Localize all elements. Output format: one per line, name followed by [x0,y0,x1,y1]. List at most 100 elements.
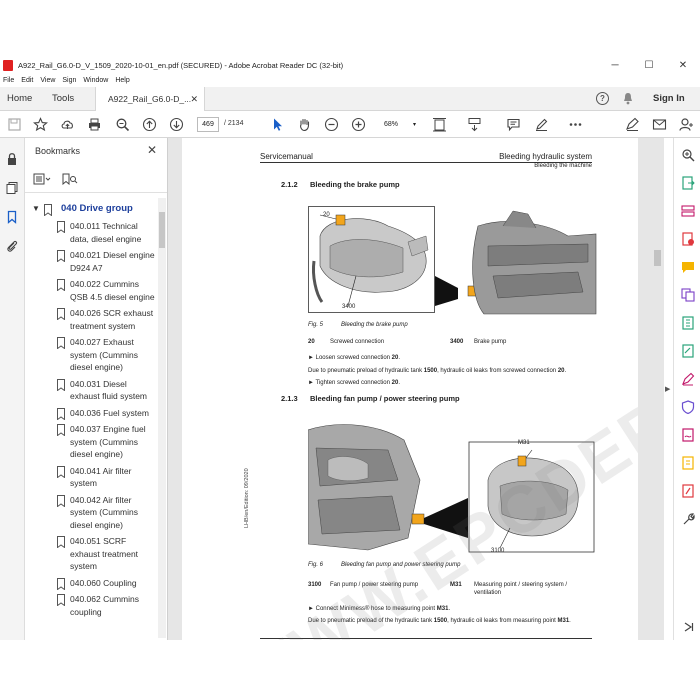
notification-bell-icon[interactable] [622,92,634,105]
previous-page-icon[interactable] [141,116,158,133]
menu-edit[interactable]: Edit [21,77,33,84]
comment-tool-icon[interactable] [681,260,695,274]
bookmarks-scroll-thumb[interactable] [159,212,165,248]
page-thumbnails-icon[interactable] [5,181,19,195]
protect-shield-icon[interactable] [681,400,695,414]
document-scroll-thumb[interactable] [654,250,661,266]
page-fit-icon[interactable] [431,116,448,133]
close-window-button[interactable]: ✕ [666,56,700,74]
tab-close-icon[interactable]: ✕ [190,94,198,105]
fill-and-sign-icon[interactable] [681,372,695,386]
share-user-icon[interactable] [678,116,695,133]
menu-help[interactable]: Help [115,77,129,84]
hand-tool-icon[interactable] [296,116,313,133]
export-pdf-icon[interactable] [681,176,695,190]
note-oil-leak-connection: Due to pneumatic preload of hydraulic ta… [308,368,566,374]
maximize-button[interactable]: ☐ [632,56,666,74]
bookmarks-scrollbar[interactable] [158,198,166,638]
request-esign-icon[interactable] [681,428,695,442]
bookmark-icon [57,250,65,262]
bookmark-item[interactable]: 040.011 Technical data, diesel engine [25,220,157,245]
bookmark-parent-drive-group[interactable]: ▼ 040 Drive group [25,200,157,220]
note-text: , hydraulic oil leaks from measuring poi… [447,618,558,624]
bookmark-icon [57,337,65,349]
bookmark-item-label: 040.022 Cummins QSB 4.5 diesel engine [70,279,155,302]
bookmark-item[interactable]: 040.026 SCR exhaust treatment system [25,307,157,332]
chevron-down-icon[interactable]: ▼ [32,204,40,213]
send-for-comments-icon[interactable] [681,456,695,470]
page-number-input[interactable]: 469 [197,117,219,132]
collapse-right-panel-icon[interactable]: ▶ [665,385,670,393]
bookmark-icon [57,279,65,291]
next-page-icon[interactable] [168,116,185,133]
tab-home[interactable]: Home [7,93,32,104]
bookmark-item[interactable]: 040.021 Diesel engine D924 A7 [25,249,157,274]
menu-view[interactable]: View [40,77,55,84]
compress-pdf-icon[interactable] [681,316,695,330]
lock-icon[interactable] [5,152,19,166]
legend-number-3100: 3100 [308,582,322,588]
bookmark-item-label: 040.042 Air filter system (Cummins diese… [70,494,139,530]
search-zoom-icon[interactable] [681,148,695,162]
figure-6-caption: Bleeding fan pump and power steering pum… [341,562,461,568]
bookmark-star-icon[interactable] [32,116,49,133]
window-title: A922_Rail_G6.0-D_V_1509_2020-10-01_en.pd… [18,60,344,70]
save-icon[interactable] [6,116,23,133]
prepare-form-icon[interactable] [681,484,695,498]
bookmark-icon [57,221,65,233]
bookmark-options-icon[interactable] [33,173,51,185]
select-cursor-icon[interactable] [269,116,286,133]
bookmark-icon [57,536,65,548]
document-scrollbar[interactable] [653,138,662,640]
zoom-out-icon[interactable] [323,116,340,133]
more-options-icon[interactable] [567,116,584,133]
bookmark-item[interactable]: 040.027 Exhaust system (Cummins diesel e… [25,336,157,374]
bookmarks-panel-icon[interactable] [5,210,19,224]
bookmark-item[interactable]: 040.051 SCRF exhaust treatment system [25,535,157,573]
bookmark-item[interactable]: 040.031 Diesel exhaust fluid system [25,378,157,403]
organize-pages-icon[interactable] [681,204,695,218]
figure-6-fan-pump-illustration [308,424,595,553]
bookmark-item[interactable]: 040.036 Fuel system [25,407,157,420]
bookmark-item-label: 040.060 Coupling [70,577,137,588]
bookmark-icon [57,494,65,507]
bookmark-item-label: 040.031 Diesel exhaust fluid system [70,378,148,402]
page-header-subtitle: Bleeding the machine [534,163,592,169]
attachment-paperclip-icon[interactable] [5,239,19,253]
sign-in-button[interactable]: Sign In [653,93,685,104]
combine-files-icon[interactable] [681,288,695,302]
cloud-upload-icon[interactable] [59,116,76,133]
bookmark-item[interactable]: 040.062 Cummins coupling [25,593,157,618]
bookmark-item[interactable]: 040.060 Coupling [25,577,157,590]
minimize-button[interactable]: ─ [598,56,632,74]
bookmark-item[interactable]: 040.037 Engine fuel system (Cummins dies… [25,423,157,461]
find-bookmark-icon[interactable] [61,173,79,185]
comment-icon[interactable] [505,116,522,133]
fill-sign-icon[interactable] [624,116,641,133]
zoom-search-icon[interactable] [114,116,131,133]
menu-sign[interactable]: Sign [62,77,76,84]
highlight-pen-icon[interactable] [533,116,550,133]
zoom-in-icon[interactable] [350,116,367,133]
bookmark-item[interactable]: 040.041 Air filter system [25,465,157,490]
zoom-level-select[interactable]: 68% ▾ [380,117,416,132]
menu-window[interactable]: Window [83,77,108,84]
print-icon[interactable] [86,116,103,133]
bookmark-item[interactable]: 040.022 Cummins QSB 4.5 diesel engine [25,278,157,303]
main-toolbar: 469 / 2134 68% ▾ [0,111,700,138]
step-ref: M31 [436,606,449,612]
email-icon[interactable] [651,116,668,133]
bookmark-item[interactable]: 040.042 Air filter system (Cummins diese… [25,494,157,532]
edit-pdf-icon[interactable] [681,344,695,358]
tab-document[interactable]: A922_Rail_G6.0-D_... ✕ [95,87,205,111]
collapse-tools-pane-icon[interactable] [681,620,695,634]
section-number-2-1-3: 2.1.3 [281,394,298,403]
tab-tools[interactable]: Tools [52,93,74,104]
create-pdf-icon[interactable] [681,232,695,246]
help-icon[interactable]: ? [596,92,609,105]
more-tools-wrench-icon[interactable] [681,512,695,526]
menu-file[interactable]: File [3,77,14,84]
step-text: ► Tighten screwed connection [308,380,392,386]
scroll-mode-icon[interactable] [466,116,483,133]
bookmarks-close-icon[interactable]: ✕ [147,143,157,157]
